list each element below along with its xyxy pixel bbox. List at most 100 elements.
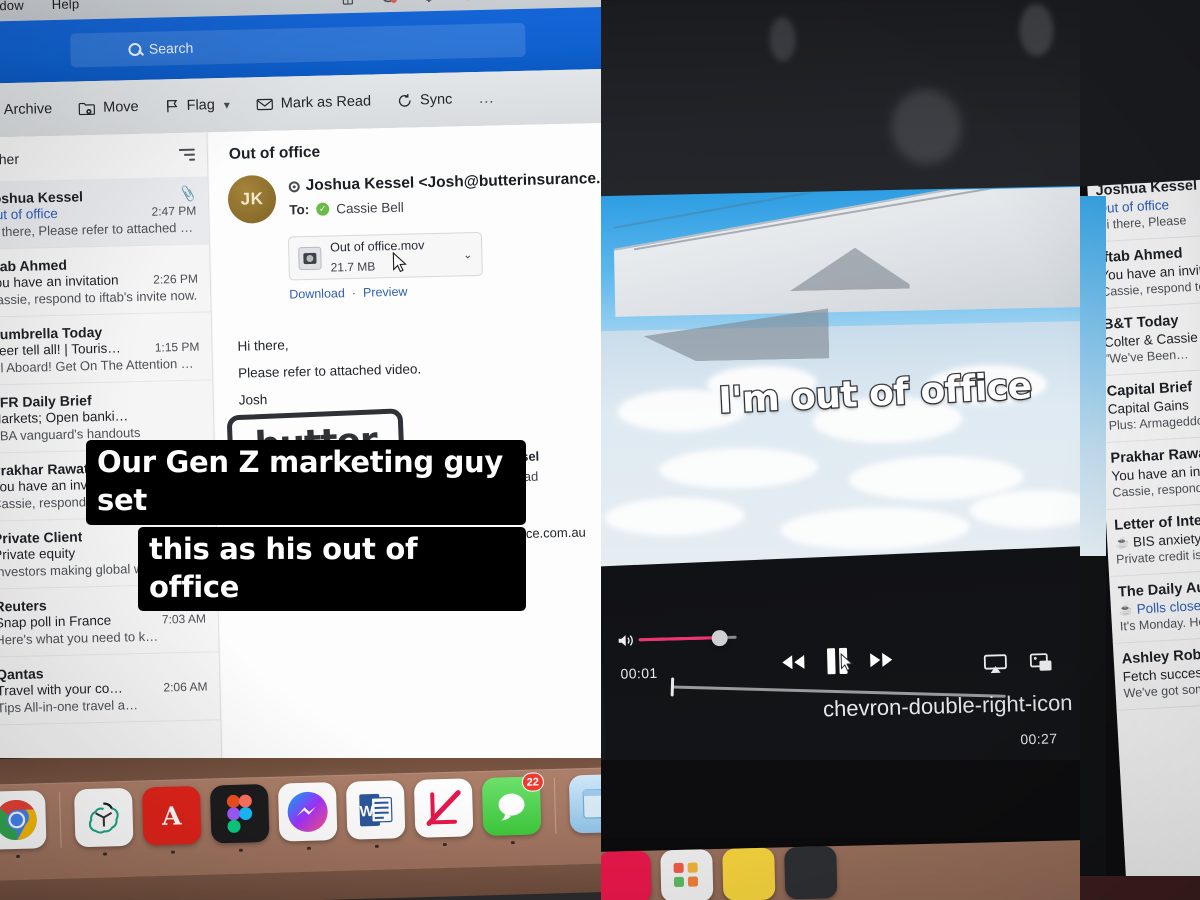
list-item-subject: You have an invitation <box>0 272 119 291</box>
list-item[interactable]: Mumbrella Today Geer tell all! | Touris…… <box>0 312 213 386</box>
list-item-preview: All Aboard! Get On The Attention Train F… <box>0 355 201 376</box>
list-item[interactable]: Qantas Travel with your co… 2:06 AM Tips… <box>0 652 221 726</box>
list-item[interactable]: Iftab Ahmed You have an invitation 2:26 … <box>0 244 211 318</box>
video-scrubber-handle[interactable] <box>670 677 675 697</box>
list-item-sender: Iftab Ahmed <box>0 256 68 275</box>
coffee-cup-icon: ☕ <box>1118 603 1134 617</box>
attachment-card[interactable]: Out of office.mov 21.7 MB ⌄ <box>287 231 483 281</box>
flag-button[interactable]: Flag ▾ <box>164 97 230 115</box>
preview-link[interactable]: Preview <box>363 285 408 300</box>
menu-item-window[interactable]: Window <box>0 0 24 13</box>
attachment-icon: 📎 <box>178 184 198 203</box>
settings-gear-icon[interactable] <box>420 0 438 4</box>
mark-as-read-label: Mark as Read <box>280 93 372 112</box>
archive-button[interactable]: Archive <box>0 101 53 119</box>
list-item-sender: The Daily Aus <box>1117 579 1200 601</box>
flow-icon[interactable] <box>380 0 398 5</box>
list-item-subject: Travel with your co… <box>0 680 123 699</box>
transport-controls <box>778 645 897 678</box>
chevron-double-right-icon[interactable]: chevron-double-right-icon <box>823 690 1073 723</box>
video-total-time: 00:27 <box>1020 730 1058 748</box>
download-link[interactable]: Download <box>289 286 345 301</box>
search-input[interactable]: Search <box>69 22 526 68</box>
list-item[interactable]: Capital Brief Capital Gains Plus: Armage… <box>1097 368 1200 444</box>
caption-line-1: Our Gen Z marketing guy set <box>86 440 526 525</box>
email-body: Hi there, Please refer to attached video… <box>237 324 601 414</box>
messages-badge: 22 <box>521 772 545 792</box>
list-item-preview: Cassie, respond to iftab's invite now. <box>0 287 198 308</box>
volume-slider-handle[interactable] <box>710 629 728 647</box>
more-options-button[interactable]: … <box>478 90 496 108</box>
email-header: JK Joshua Kessel <Josh@butterinsurance.c… <box>227 167 601 224</box>
list-item-preview: Tips All-in-one travel a… <box>0 697 139 716</box>
avatar: JK <box>227 174 277 224</box>
secondary-dock <box>601 838 1080 900</box>
microsoft-word-icon[interactable]: W <box>345 780 406 848</box>
speaker-volume-icon[interactable] <box>618 633 633 647</box>
svg-text:W: W <box>359 803 374 820</box>
chevron-down-icon[interactable]: ▾ <box>224 98 230 112</box>
list-item-time: 7:03 AM <box>161 611 207 627</box>
search-icon <box>127 42 142 56</box>
attachment-actions: Download · Preview <box>289 280 601 302</box>
tiktok-caption-overlay: Our Gen Z marketing guy set this as his … <box>86 440 526 612</box>
list-item-sender: Mumbrella Today <box>0 323 103 343</box>
list-item-sender: Reuters <box>0 597 47 615</box>
email-subject: Out of office <box>228 143 321 163</box>
video-scene: I'm out of office <box>601 0 1080 760</box>
notes-icon[interactable] <box>722 847 776 900</box>
list-item[interactable]: Iftab Ahmed You have an invita Cassie, r… <box>1090 234 1200 310</box>
volume-control[interactable] <box>618 629 737 647</box>
list-item[interactable]: B&T Today Colter & Cassie "We've Been… <box>1094 301 1200 377</box>
figma-icon[interactable] <box>209 783 270 852</box>
move-button[interactable]: Move <box>78 99 139 116</box>
sync-button[interactable]: Sync <box>397 91 453 109</box>
list-item-preview: Hi there, Please refer to attached vide… <box>0 219 197 240</box>
notifications-bell-icon[interactable] <box>460 0 478 3</box>
battery-icon[interactable] <box>580 0 601 1</box>
list-item[interactable]: The Daily Aus ☕ Polls close It's Monday.… <box>1109 568 1200 644</box>
pause-icon[interactable] <box>824 646 854 677</box>
outlook-icon[interactable] <box>500 0 518 2</box>
app-icon[interactable] <box>784 846 838 900</box>
fast-forward-icon[interactable] <box>866 650 897 671</box>
sync-label: Sync <box>419 91 453 109</box>
finder-icon[interactable] <box>568 773 601 834</box>
video-player: I'm out of office 00:01 00:27 chevron-do… <box>601 0 1080 900</box>
filter-icon[interactable] <box>178 148 196 161</box>
list-item-time: 1:15 PM <box>154 339 200 355</box>
figma-icon[interactable] <box>340 0 358 6</box>
chatgpt-icon[interactable] <box>73 787 134 856</box>
mark-as-read-button[interactable]: Mark as Read <box>256 93 372 112</box>
attachment-size: 21.7 MB <box>330 259 376 275</box>
list-item-subject: Geer tell all! | Touris… <box>0 340 121 359</box>
chrome-icon[interactable] <box>0 790 47 858</box>
menu-item-help[interactable]: Help <box>52 0 80 11</box>
messenger-icon[interactable] <box>277 782 338 850</box>
list-item-sender: Qantas <box>0 665 44 683</box>
messages-icon[interactable]: 22 <box>481 772 545 845</box>
list-item-subject: Private equity <box>0 545 76 563</box>
screenshot-root: Window Help Search Archive Move Flag ▾ M… <box>0 0 1200 900</box>
notability-icon[interactable] <box>601 850 652 900</box>
picture-in-picture-icon[interactable] <box>1029 652 1054 673</box>
list-item-time: 2:06 AM <box>163 679 208 695</box>
chevron-down-icon[interactable]: ⌄ <box>463 248 472 261</box>
notability-icon[interactable] <box>413 778 474 847</box>
airplay-icon[interactable] <box>983 654 1008 675</box>
tab-other[interactable]: Other <box>0 151 19 168</box>
list-item-sender: Prakhar Rawat <box>0 460 89 479</box>
volume-slider[interactable] <box>638 629 737 647</box>
list-item[interactable]: Ashley Roberts Fetch success w… We've go… <box>1112 635 1200 711</box>
moon-icon[interactable] <box>540 0 558 1</box>
launchpad-icon[interactable] <box>660 849 714 900</box>
adobe-acrobat-icon[interactable]: A <box>141 785 202 854</box>
list-item-subject: Markets; Open banki… <box>0 408 129 427</box>
rewind-icon[interactable] <box>778 652 809 673</box>
verified-check-icon: ✓ <box>316 202 330 216</box>
video-secondary-controls <box>983 652 1053 674</box>
strip-bottom-edge <box>1080 876 1200 900</box>
list-item[interactable]: Prakhar Rawat You have an invita Cassie,… <box>1101 434 1200 511</box>
list-item[interactable]: Letter of Intent ☕ BIS anxiety Private c… <box>1105 501 1200 578</box>
list-item[interactable]: 📎 Joshua Kessel Out of office 2:47 PM Hi… <box>0 176 210 250</box>
